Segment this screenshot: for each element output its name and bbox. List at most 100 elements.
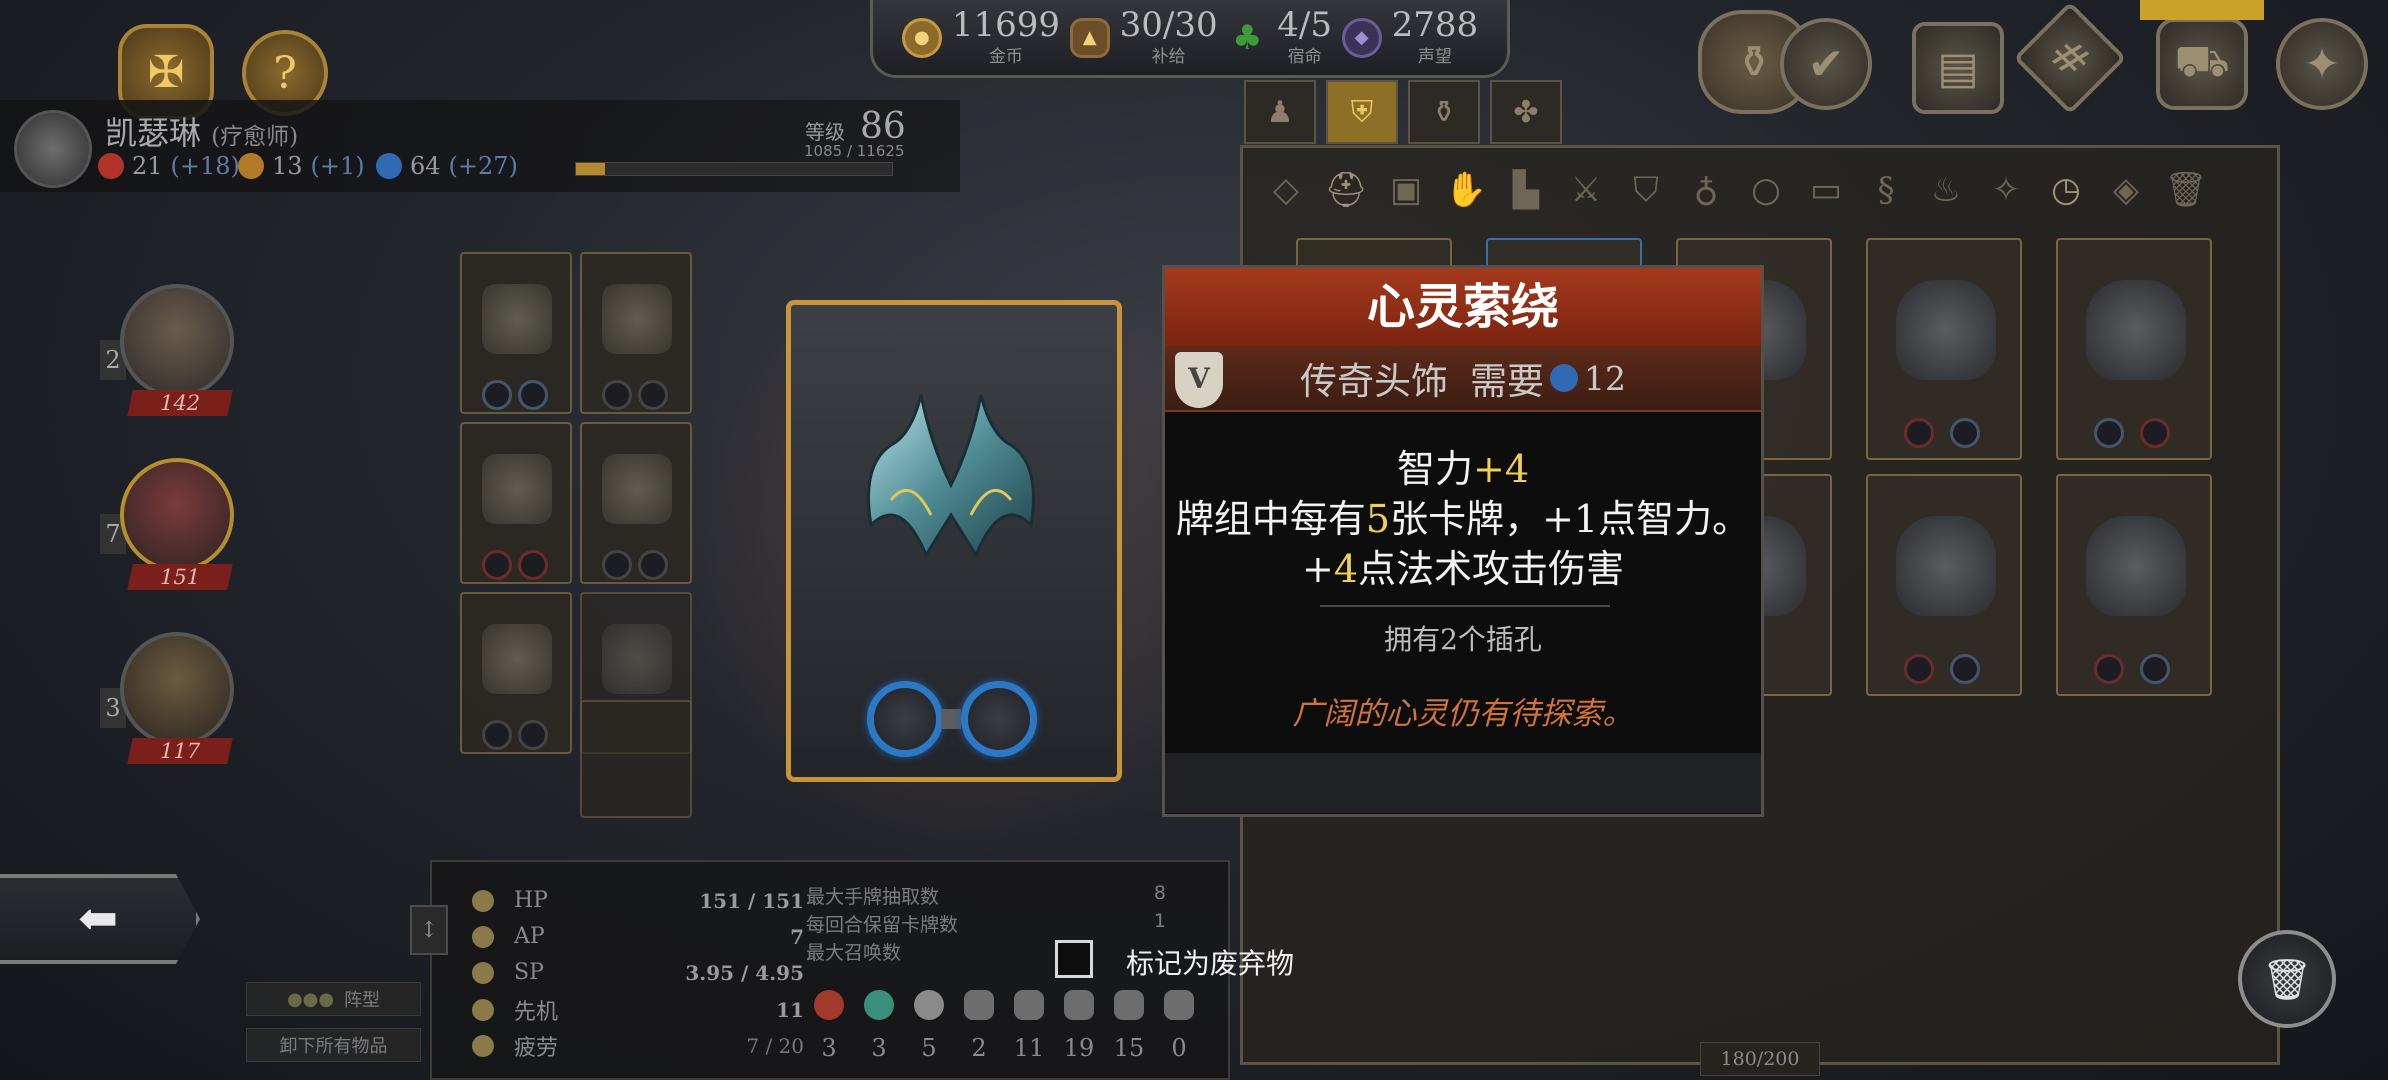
merchant-cart-icon[interactable]: ⛟ xyxy=(2156,18,2248,110)
stat-row-fatigue: 疲劳 7 / 20 xyxy=(472,1030,804,1062)
equip-slot-trinket[interactable] xyxy=(580,700,692,818)
item-flavor-text: 广阔的心灵仍有待探索。 xyxy=(1292,696,1634,732)
inv-tab-character[interactable]: ♟ xyxy=(1244,80,1316,144)
filter-potion-icon[interactable]: ♨ xyxy=(1917,161,1975,219)
inv-tab-materials[interactable]: ✤ xyxy=(1490,80,1562,144)
pierce-resist-icon xyxy=(1014,990,1044,1020)
stat-line-2-a: 牌组中每有 xyxy=(1175,497,1366,541)
inventory-item[interactable] xyxy=(2056,238,2212,460)
character-name-text: 凯瑟琳 xyxy=(105,114,202,152)
xp-bar xyxy=(575,162,893,176)
pants-icon xyxy=(482,624,552,694)
gem-socket xyxy=(482,550,512,580)
fate-label: 宿命 xyxy=(1287,47,1322,67)
formation-button[interactable]: ●●● 阵型 xyxy=(246,982,421,1016)
filter-all-icon[interactable]: ◇ xyxy=(1257,161,1315,219)
filter-helmet-icon[interactable]: ⛑ xyxy=(1317,161,1375,219)
equip-slot-helmet[interactable] xyxy=(460,252,572,414)
resistance-item: 0 xyxy=(1156,990,1202,1062)
poison-resist-icon xyxy=(864,990,894,1020)
filter-scroll-icon[interactable]: § xyxy=(1857,161,1915,219)
party-member-2[interactable]: 7 151 xyxy=(100,458,250,598)
avatar xyxy=(120,632,234,746)
item-tooltip: 心灵萦绕 V 传奇头饰 需要 12 智力+4 牌组中每有5张卡牌，+1点智力。 … xyxy=(1162,265,1764,817)
gem-socket xyxy=(482,380,512,410)
level-value: 86 xyxy=(860,106,906,147)
reputation-gem-icon: ◆ xyxy=(1341,17,1382,58)
character-name: 凯瑟琳 (疗愈师) xyxy=(105,108,298,154)
filter-amulet-icon[interactable]: ♁ xyxy=(1677,161,1735,219)
shield-resist-icon xyxy=(964,990,994,1020)
gem-socket xyxy=(2094,654,2124,684)
mace-icon xyxy=(602,454,672,524)
filter-shield-icon[interactable]: ⛉ xyxy=(1617,161,1675,219)
filter-ring-icon[interactable]: ○ xyxy=(1737,161,1795,219)
discard-checkbox[interactable] xyxy=(1055,940,1093,978)
item-type: 传奇头饰 xyxy=(1300,360,1448,403)
reputation-value: 2788 xyxy=(1391,5,1479,45)
sp-icon xyxy=(472,961,494,984)
compass-star-icon[interactable]: ✦ xyxy=(2276,18,2368,110)
trash-button[interactable]: 🗑 xyxy=(2238,930,2336,1028)
filter-misc-icon[interactable]: ✧ xyxy=(1977,161,2035,219)
equip-slot-pants[interactable] xyxy=(460,592,572,754)
frost-resist-icon xyxy=(1064,990,1094,1020)
item-subheader: V 传奇头饰 需要 12 xyxy=(1165,346,1761,412)
party-hp-tag: 117 xyxy=(127,738,233,764)
quest-check-icon[interactable]: ✔ xyxy=(1780,18,1872,110)
inventory-item[interactable] xyxy=(1866,474,2022,696)
unequip-all-label: 卸下所有物品 xyxy=(279,1036,388,1057)
resistance-value: 3 xyxy=(821,1034,837,1062)
requirement-label: 需要 xyxy=(1470,360,1544,403)
stat-row-sp: SP 3.95 / 4.95 xyxy=(472,960,804,985)
journal-book-icon[interactable]: ▤ xyxy=(1912,22,2004,114)
rarity-shield-icon: V xyxy=(1175,352,1223,408)
item-stat-line-3: +4点法术攻击伤害 xyxy=(1165,538,1761,593)
potion-icon xyxy=(602,624,672,694)
resistance-value: 2 xyxy=(971,1034,987,1062)
inventory-item[interactable] xyxy=(1866,238,2022,460)
demon-mask-icon xyxy=(1896,280,1996,380)
inventory-filter-row: ◇ ⛑ ▣ ✋ ▙ ⚔ ⛉ ♁ ○ ▭ § ♨ ✧ ◷ ◈ 🗑 xyxy=(1245,150,2275,230)
agility-icon xyxy=(238,153,264,179)
filter-gem-icon[interactable]: ◈ xyxy=(2097,161,2155,219)
filter-belt-icon[interactable]: ▭ xyxy=(1797,161,1855,219)
gem-socket xyxy=(2140,654,2170,684)
intelligence-icon xyxy=(1550,364,1578,392)
filter-boots-icon[interactable]: ▙ xyxy=(1497,161,1555,219)
stat-line-3-prefix: + xyxy=(1301,547,1334,591)
filter-gloves-icon[interactable]: ✋ xyxy=(1437,161,1495,219)
stats-toggle-button[interactable]: ↕ xyxy=(410,905,448,955)
inventory-item[interactable] xyxy=(2056,474,2212,696)
resistance-value: 5 xyxy=(921,1034,937,1062)
equip-slot-weapon[interactable] xyxy=(580,422,692,584)
filter-armor-icon[interactable]: ▣ xyxy=(1377,161,1435,219)
resistance-item: 3 xyxy=(806,990,852,1062)
gold-label: 金币 xyxy=(988,47,1023,67)
xp-bar-fill xyxy=(576,163,606,175)
back-button[interactable]: ⬅ xyxy=(0,874,200,964)
filter-weapon-icon[interactable]: ⚔ xyxy=(1557,161,1615,219)
initiative-icon xyxy=(472,999,494,1021)
inv-tab-equipment[interactable]: ⛨ xyxy=(1326,80,1398,144)
filter-trash-icon[interactable]: 🗑 xyxy=(2157,161,2215,219)
filter-clock-icon[interactable]: ◷ xyxy=(2037,161,2095,219)
deck-stat-name: 最大手牌抽取数 xyxy=(806,886,940,908)
equip-slot-gloves[interactable] xyxy=(580,252,692,414)
party-member-1[interactable]: 2 142 xyxy=(100,284,250,424)
fire-resist-icon xyxy=(814,990,844,1020)
unequip-all-button[interactable]: 卸下所有物品 xyxy=(246,1028,421,1062)
gem-socket xyxy=(1904,654,1934,684)
inv-tab-items[interactable]: ⚱ xyxy=(1408,80,1480,144)
clover-icon: ♣ xyxy=(1232,17,1263,58)
map-grid-icon[interactable]: # xyxy=(2013,1,2127,115)
resource-supply: ▲ 30/30 补给 xyxy=(1069,8,1218,67)
party-member-3[interactable]: 3 117 xyxy=(100,632,250,772)
gloves-icon xyxy=(602,284,672,354)
stat-value: 3.95 / 4.95 xyxy=(685,960,804,985)
stat-name: 先机 xyxy=(514,1000,559,1025)
equip-slot-armor[interactable] xyxy=(460,422,572,584)
fate-value: 4/5 xyxy=(1277,5,1332,45)
resource-reputation: ◆ 2788 声望 xyxy=(1341,5,1479,67)
gem-socket xyxy=(638,380,668,410)
